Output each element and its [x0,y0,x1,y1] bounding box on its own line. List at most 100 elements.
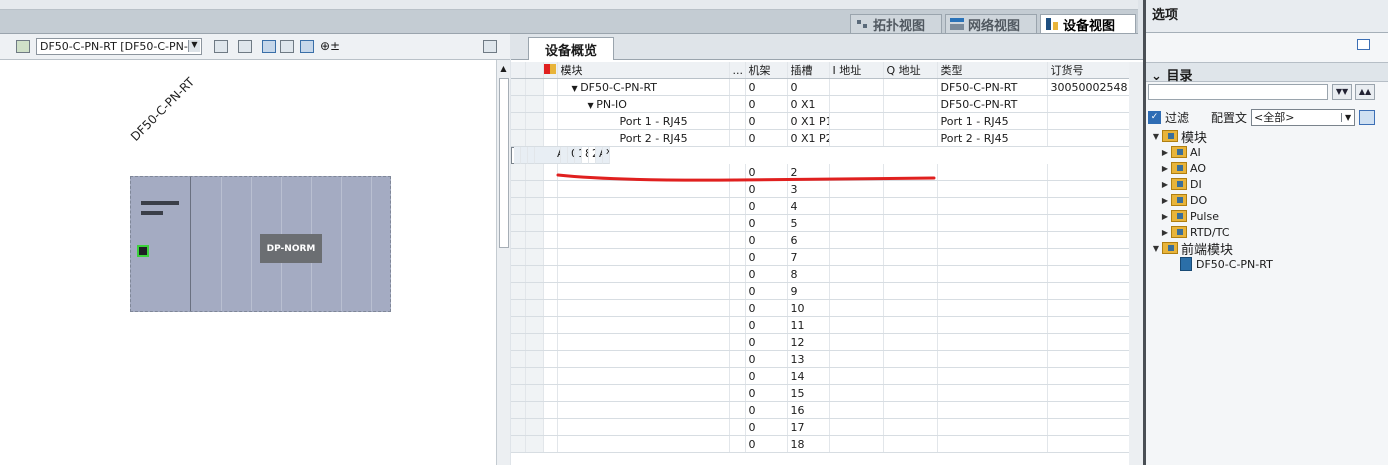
column-header[interactable]: Q 地址 [883,62,938,79]
order-number-cell[interactable]: 30050002548 [1047,78,1139,96]
table-row[interactable]: 0 11 [511,316,1139,334]
i-address-cell[interactable] [829,112,884,130]
catalog-tree-item[interactable]: ▶ DI [1152,176,1388,192]
table-row[interactable]: 0 12 [511,333,1139,351]
catalog-tree-item[interactable]: ▶ Pulse [1152,208,1388,224]
expand-triangle-icon[interactable]: ▼ [1152,244,1160,253]
ethernet-port-icon[interactable] [137,245,149,257]
table-row[interactable]: 0 16 [511,401,1139,419]
name-toggle-icon[interactable] [238,40,252,53]
q-address-cell[interactable] [883,129,938,147]
i-address-cell[interactable] [829,265,884,283]
page-icon[interactable] [300,40,314,53]
module-cell[interactable]: Port 1 - RJ45 [557,112,730,130]
slot-cell[interactable]: 17 [787,418,830,436]
column-header[interactable]: 插槽 [787,62,830,79]
q-address-cell[interactable] [883,180,938,198]
module-cell[interactable]: AdapterData_1 [535,147,561,164]
rack-cell[interactable]: 0 [745,95,788,113]
catalog-search-input[interactable] [1148,84,1328,100]
dots-cell[interactable] [729,78,746,96]
table-row[interactable]: 05 [511,214,1139,232]
module-cell[interactable] [557,384,730,402]
slot-cell[interactable]: 6 [787,231,830,249]
i-address-cell[interactable] [829,78,884,96]
i-address-cell[interactable] [829,214,884,232]
i-address-cell[interactable] [829,401,884,419]
type-cell[interactable] [937,248,1048,266]
slot-cell[interactable]: 14 [787,367,830,385]
module-filter-icon[interactable] [543,62,558,79]
type-cell[interactable] [937,401,1048,419]
table-row[interactable]: 04 [511,197,1139,215]
device-rack[interactable]: DP-NORM [130,176,391,312]
rack-cell[interactable]: 0 [745,231,788,249]
i-address-cell[interactable] [829,231,884,249]
dots-cell[interactable] [729,316,746,334]
type-cell[interactable] [937,435,1048,453]
q-address-cell[interactable] [883,367,938,385]
type-cell[interactable]: AdapterData [596,147,603,164]
collapse-triangle-icon[interactable]: ▶ [1161,148,1169,157]
rack-cell[interactable]: 0 [745,282,788,300]
grid-toggle-icon[interactable] [214,40,228,53]
i-address-cell[interactable] [829,282,884,300]
column-header[interactable]: 类型 [937,62,1048,79]
overview-toggle-icon[interactable] [483,40,497,53]
i-address-cell[interactable] [829,418,884,436]
rack-cell[interactable]: 0 [745,435,788,453]
dp-norm-module[interactable]: DP-NORM [260,234,322,263]
module-cell[interactable] [557,367,730,385]
order-number-cell[interactable] [1047,282,1139,300]
type-cell[interactable] [937,299,1048,317]
dots-cell[interactable] [729,401,746,419]
tab-device-overview[interactable]: 设备概览 [528,37,614,60]
i-address-cell[interactable] [829,248,884,266]
i-address-cell[interactable] [829,384,884,402]
rack-cell[interactable]: 0 [745,214,788,232]
order-number-cell[interactable] [1047,164,1139,181]
expand-triangle-icon[interactable]: ▼ [572,84,581,93]
module-cell[interactable] [557,214,730,232]
table-row[interactable]: ▼ PN-IO 0 0 X1 DF50-C-PN-RT [511,95,1139,113]
table-row[interactable]: 0 17 [511,418,1139,436]
catalog-tree-item[interactable]: ▶ AO [1152,160,1388,176]
slot-cell[interactable]: 5 [787,214,830,232]
rack-cell[interactable]: 0 [745,418,788,436]
slot-cell[interactable]: 15 [787,384,830,402]
type-cell[interactable] [937,197,1048,215]
module-cell[interactable] [557,401,730,419]
q-address-cell[interactable]: 2...3 [589,147,596,164]
device-tree-icon[interactable] [16,40,30,53]
slot-cell[interactable]: 0 X1 P2 [787,129,830,147]
dots-cell[interactable] [729,435,746,453]
i-address-cell[interactable] [829,180,884,198]
module-cell[interactable]: ▼ DF50-C-PN-RT [557,78,730,96]
order-number-cell[interactable] [1047,418,1139,436]
table-row[interactable]: 0 15 [511,384,1139,402]
q-address-cell[interactable] [883,78,938,96]
catalog-tree-item[interactable]: ▶ AI [1152,144,1388,160]
slot-cell[interactable]: 18 [787,435,830,453]
collapse-triangle-icon[interactable]: ▶ [1161,212,1169,221]
order-number-cell[interactable] [1047,248,1139,266]
rack-cell[interactable]: 0 [745,129,788,147]
i-address-cell[interactable] [829,299,884,317]
module-cell[interactable] [557,248,730,266]
graphic-scrollbar[interactable]: ▲ [496,60,510,465]
i-address-cell[interactable] [829,435,884,453]
rack-cell[interactable]: 0 [745,78,788,96]
dots-cell[interactable] [729,231,746,249]
slot-cell[interactable]: 16 [787,401,830,419]
q-address-cell[interactable] [883,112,938,130]
search-up-icon[interactable]: ▲▲ [1355,84,1375,100]
rack-cell[interactable]: 0 [745,265,788,283]
type-cell[interactable] [937,316,1048,334]
type-cell[interactable]: DF50-C-PN-RT [937,95,1048,113]
table-row[interactable]: 0 13 [511,350,1139,368]
q-address-cell[interactable] [883,435,938,453]
table-row[interactable]: Port 1 - RJ45 0 0 X1 P1 Port 1 - RJ45 [511,112,1139,130]
order-number-cell[interactable] [1047,333,1139,351]
dots-cell[interactable] [729,384,746,402]
i-address-cell[interactable] [829,367,884,385]
